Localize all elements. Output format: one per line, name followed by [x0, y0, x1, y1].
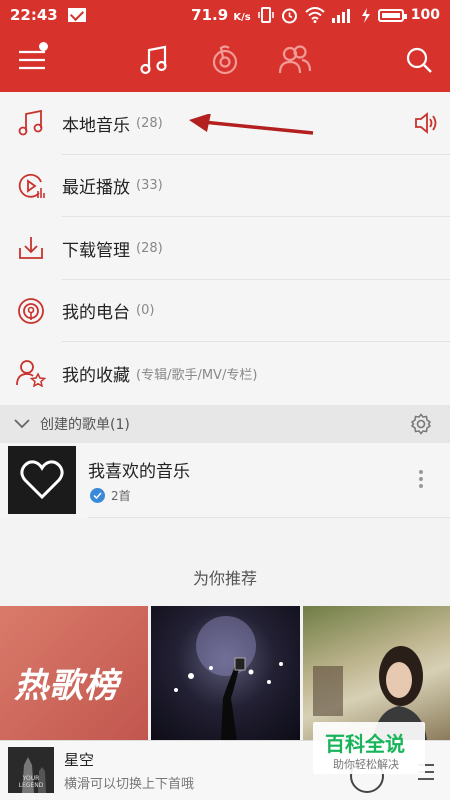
watermark: 百科全说 助你轻松解决: [313, 722, 425, 774]
recommend-title: 为你推荐: [192, 569, 257, 588]
music-note-icon: [140, 45, 167, 75]
status-time: 22:43: [10, 6, 58, 24]
menu-button[interactable]: [12, 40, 52, 80]
hot-chart-logo: 热歌榜: [14, 666, 119, 706]
status-right: 71.9 K/s 100: [191, 6, 440, 24]
watermark-subtitle: 助你轻松解决: [333, 758, 399, 771]
divider: [88, 517, 450, 518]
watermark-title: 百科全说: [325, 732, 405, 756]
concert-photo: [174, 616, 283, 740]
music-note-icon: [18, 110, 43, 136]
playlist-count: 2首: [111, 489, 131, 503]
player-song-title: 星空: [64, 751, 95, 769]
more-options-icon[interactable]: [418, 469, 424, 489]
list-item-local-music[interactable]: 本地音乐 (28): [0, 92, 450, 155]
player-cover-text: YOUR LEGEND: [18, 775, 44, 789]
list-item-label: 我的收藏: [62, 365, 130, 386]
recommend-card-concert[interactable]: [151, 606, 300, 740]
annotation-arrow: [189, 114, 314, 135]
heart-icon: [20, 460, 64, 500]
signal-icon: [331, 8, 350, 23]
recommend-card-portrait[interactable]: [303, 606, 450, 740]
chevron-down-icon[interactable]: [14, 419, 30, 429]
list-item-label: 本地音乐: [62, 115, 130, 136]
tab-discover[interactable]: [205, 40, 245, 80]
favorite-icon: [16, 360, 46, 388]
mail-icon: [67, 8, 86, 22]
wifi-icon: [305, 7, 325, 23]
list-item-recent-play[interactable]: 最近播放 (33): [0, 155, 450, 217]
app-header: [0, 30, 450, 92]
menu-icon: [19, 50, 45, 70]
section-title: 创建的歌单(1): [40, 417, 130, 433]
downloaded-check-icon: [90, 488, 105, 503]
playlist-meta: 2首: [90, 487, 131, 504]
list-item-label: 最近播放: [62, 178, 130, 199]
my-music-list: 本地音乐 (28) 最近播放 (33) 下载管理 (28) 我的电台 (0) 我…: [0, 92, 450, 405]
list-item-count: (28): [136, 115, 163, 131]
list-item-label: 下载管理: [62, 240, 130, 261]
list-item-favorites[interactable]: 我的收藏 (专辑/歌手/MV/专栏): [0, 342, 450, 405]
vibrate-icon: [258, 7, 274, 23]
list-item-my-radio[interactable]: 我的电台 (0): [0, 280, 450, 342]
player-hint: 横滑可以切换上下首哦: [64, 777, 195, 792]
speaker-icon[interactable]: [414, 112, 438, 134]
playlist-title: 我喜欢的音乐: [88, 462, 190, 482]
tab-my-music[interactable]: [134, 40, 174, 80]
recent-play-icon: [18, 173, 45, 198]
list-item-count: (专辑/歌手/MV/专栏): [136, 367, 258, 383]
recommendation-grid: 热歌榜: [0, 606, 450, 740]
network-speed-value: 71.9: [191, 6, 229, 24]
list-item-count: (33): [136, 178, 163, 194]
list-item-label: 我的电台: [62, 303, 130, 324]
list-item-count: (28): [136, 240, 163, 256]
player-cover: YOUR LEGEND: [8, 747, 54, 793]
list-item-downloads[interactable]: 下载管理 (28): [0, 217, 450, 280]
radio-wave-icon: [212, 45, 238, 75]
network-speed-unit: K/s: [233, 12, 251, 23]
playlist-cover: [8, 446, 76, 514]
recommend-card-hot-chart[interactable]: 热歌榜: [0, 606, 148, 740]
tab-friends[interactable]: [275, 40, 315, 80]
gear-icon[interactable]: [410, 413, 432, 435]
network-speed: 71.9 K/s: [191, 6, 251, 24]
status-bar: 22:43 71.9 K/s 100: [0, 0, 450, 30]
created-playlists-header[interactable]: 创建的歌单(1): [0, 405, 450, 443]
list-item-count: (0): [136, 303, 155, 319]
search-button[interactable]: [399, 40, 439, 80]
radio-icon: [18, 297, 44, 324]
charging-icon: [361, 7, 370, 23]
notification-dot: [39, 42, 48, 51]
friends-icon: [278, 45, 312, 74]
alarm-icon: [281, 8, 297, 23]
download-icon: [19, 237, 43, 260]
battery-icon: [377, 8, 407, 22]
portrait-photo: [313, 646, 427, 740]
search-icon: [406, 47, 432, 73]
battery-level: 100: [410, 7, 440, 23]
playlist-item-liked[interactable]: 我喜欢的音乐 2首: [0, 443, 450, 518]
